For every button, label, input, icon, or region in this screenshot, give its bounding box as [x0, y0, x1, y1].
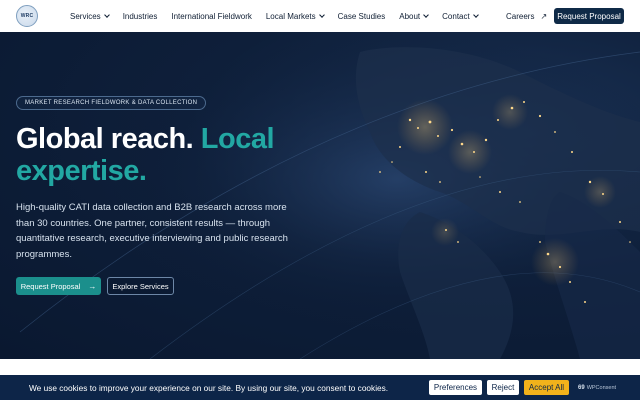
- nav-local-markets-label: Local Markets: [265, 11, 316, 21]
- main-nav: Services Industries International Fieldw…: [70, 0, 492, 32]
- nav-services-label: Services: [70, 11, 101, 21]
- hero-request-proposal-button[interactable]: Request Proposal →: [16, 277, 101, 295]
- logo[interactable]: WRC: [16, 5, 38, 27]
- chevron-down-icon: [103, 11, 110, 18]
- hero-request-proposal-label: Request Proposal: [20, 281, 81, 291]
- nav-local-markets[interactable]: Local Markets: [265, 11, 325, 21]
- arrow-right-icon: →: [88, 281, 97, 291]
- nav-about[interactable]: About: [399, 11, 429, 21]
- hero-lead: High-quality CATI data collection and B2…: [16, 202, 288, 260]
- nav-industries[interactable]: Industries: [123, 12, 158, 21]
- wpconsent-icon: 69: [578, 384, 585, 391]
- nav-services[interactable]: Services: [70, 11, 110, 21]
- cookie-banner: We use cookies to improve your experienc…: [0, 375, 640, 400]
- chevron-down-icon: [423, 11, 429, 18]
- nav-international-fieldwork[interactable]: International Fieldwork: [171, 12, 251, 21]
- nav-industries-label: Industries: [122, 11, 158, 21]
- chevron-down-icon: [318, 11, 325, 18]
- hero-section: MARKET RESEARCH FIELDWORK & DATA COLLECT…: [0, 32, 640, 359]
- careers-label: Careers: [506, 11, 535, 21]
- content-strip: [0, 359, 640, 375]
- nav-case-studies[interactable]: Case Studies: [338, 12, 386, 21]
- request-proposal-button[interactable]: Request Proposal: [554, 8, 624, 24]
- hero-title-accent: Local: [200, 123, 275, 155]
- cookie-accept-button[interactable]: Accept All: [524, 380, 569, 395]
- nav-international-fieldwork-label: International Fieldwork: [171, 11, 252, 21]
- cookie-preferences-button[interactable]: Preferences: [429, 380, 482, 395]
- careers-link[interactable]: Careers ↗: [506, 0, 547, 32]
- site-header: WRC Services Industries International Fi…: [0, 0, 640, 32]
- hero-title-plain: Global reach.: [16, 123, 194, 155]
- nav-case-studies-label: Case Studies: [337, 11, 386, 21]
- hero-title: Global reach. Local: [16, 122, 275, 156]
- external-link-icon: ↗: [540, 11, 548, 21]
- world-night-map-image: [0, 32, 640, 359]
- chevron-down-icon: [472, 11, 479, 18]
- hero-badge: MARKET RESEARCH FIELDWORK & DATA COLLECT…: [16, 96, 207, 110]
- explore-services-button[interactable]: Explore Services: [107, 277, 174, 295]
- hero-title-accent-line: expertise.: [16, 155, 147, 187]
- nav-contact[interactable]: Contact: [442, 11, 479, 21]
- cookie-reject-button[interactable]: Reject: [487, 380, 519, 395]
- wpconsent-label: WPConsent: [586, 384, 617, 391]
- nav-contact-label: Contact: [442, 11, 470, 21]
- logo-text: WRC: [20, 13, 34, 19]
- wpconsent-brand[interactable]: 69 WPConsent: [578, 375, 616, 400]
- cookie-message: We use cookies to improve your experienc…: [29, 382, 389, 393]
- nav-about-label: About: [399, 11, 421, 21]
